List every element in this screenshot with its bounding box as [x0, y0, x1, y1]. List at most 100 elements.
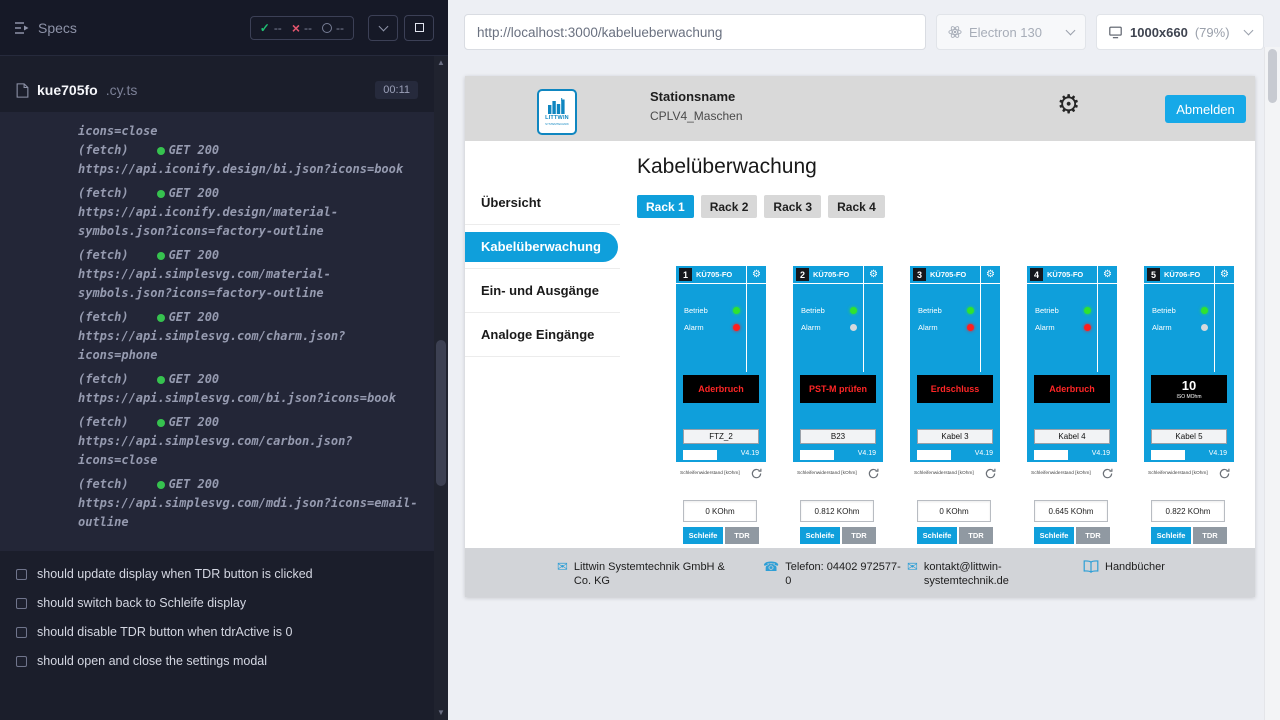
alarm-led-row: Alarm	[684, 323, 740, 332]
tdr-button[interactable]: TDR	[1193, 527, 1227, 544]
card-gear-icon[interactable]: ⚙	[746, 266, 766, 284]
refresh-icon[interactable]	[868, 466, 879, 484]
viewport-icon	[1108, 25, 1123, 39]
request-url: https://api.simplesvg.com/material-symbo…	[78, 265, 424, 303]
status-dot-icon	[157, 481, 165, 489]
tdr-button[interactable]: TDR	[1076, 527, 1110, 544]
test-stats-group[interactable]: ✓-- ×-- --	[250, 16, 354, 40]
test-item[interactable]: should update display when TDR button is…	[0, 560, 434, 589]
test-item[interactable]: should disable TDR button when tdrActive…	[0, 618, 434, 647]
scroll-down-arrow-icon[interactable]: ▼	[434, 706, 448, 720]
schleife-button[interactable]: Schleife	[683, 527, 723, 544]
tdr-button[interactable]: TDR	[725, 527, 759, 544]
firmware-version: V4.19	[741, 450, 759, 457]
specs-list-icon	[14, 21, 30, 35]
run-timer: 00:11	[375, 81, 418, 99]
card-gear-icon[interactable]: ⚙	[1214, 266, 1234, 284]
test-item[interactable]: should open and close the settings modal	[0, 647, 434, 676]
skyline-icon	[546, 98, 568, 114]
screen: Specs ✓-- ×-- -- kue705fo.cy.ts 00:11 ic…	[0, 0, 1280, 720]
refresh-icon[interactable]	[1219, 466, 1230, 484]
browser-name: Electron 130	[969, 25, 1042, 40]
network-log-entry[interactable]: (fetch)GET 200 https://api.simplesvg.com…	[78, 370, 424, 408]
status-dot-icon	[157, 190, 165, 198]
betrieb-led	[850, 307, 857, 314]
http-status: GET 200	[169, 141, 220, 160]
measurement-label: Schleifenwiderstand [kOhm]	[680, 471, 740, 476]
collapse-all-button[interactable]	[368, 15, 398, 41]
cable-name: Kabel 3	[917, 429, 993, 444]
network-log-entry[interactable]: (fetch)GET 200 https://api.simplesvg.com…	[78, 413, 424, 470]
mode-buttons: Schleife TDR	[1151, 527, 1227, 544]
card-model: KÜ705-FO	[696, 270, 732, 279]
card-gear-icon[interactable]: ⚙	[980, 266, 1000, 284]
sidebar-item-ein-und-ausgaenge[interactable]: Ein- und Ausgänge	[465, 269, 620, 313]
runner-scrollbar-thumb[interactable]	[436, 340, 446, 486]
viewport-select[interactable]: 1000x660 (79%)	[1096, 14, 1264, 50]
network-log-entry[interactable]: (fetch)GET 200 https://api.simplesvg.com…	[78, 475, 424, 532]
logout-button[interactable]: Abmelden	[1165, 95, 1246, 123]
viewport-size: 1000x660	[1130, 25, 1188, 40]
request-url: https://api.simplesvg.com/mdi.json?icons…	[78, 494, 424, 532]
schleife-button[interactable]: Schleife	[800, 527, 840, 544]
http-status: GET 200	[169, 246, 220, 265]
page-scrollbar-thumb[interactable]	[1268, 49, 1277, 103]
cable-name: FTZ_2	[683, 429, 759, 444]
measurement-section: Schleifenwiderstand [kOhm] 0.645 KOhm Sc…	[1027, 462, 1117, 548]
app-sidebar: Übersicht Kabelüberwachung Ein- und Ausg…	[465, 141, 620, 548]
electron-icon	[948, 25, 962, 39]
stop-run-button[interactable]	[404, 15, 434, 41]
tab-rack-3[interactable]: Rack 3	[764, 195, 821, 218]
sidebar-item-uebersicht[interactable]: Übersicht	[465, 181, 620, 225]
app-footer: ✉ Littwin Systemtechnik GmbH & Co. KG ☎ …	[465, 548, 1255, 597]
tdr-button[interactable]: TDR	[842, 527, 876, 544]
status-unit: ISO MOhm	[1176, 394, 1201, 400]
measurement-value: 0.812 KOhm	[800, 500, 874, 522]
alarm-led-row: Alarm	[1152, 323, 1208, 332]
http-status: GET 200	[169, 370, 220, 389]
url-input[interactable]	[464, 14, 926, 50]
footer-manuals[interactable]: Handbücher	[1083, 560, 1165, 575]
tab-rack-4[interactable]: Rack 4	[828, 195, 885, 218]
network-log-entry[interactable]: (fetch)GET 200 https://api.simplesvg.com…	[78, 308, 424, 365]
schleife-button[interactable]: Schleife	[917, 527, 957, 544]
device-card: 4 KÜ705-FO ⚙ Betrieb Alarm Aderbruch Kab…	[1027, 266, 1117, 548]
measurement-label: Schleifenwiderstand [kOhm]	[1148, 471, 1208, 476]
schleife-button[interactable]: Schleife	[1034, 527, 1074, 544]
card-model: KÜ705-FO	[1047, 270, 1083, 279]
browser-select[interactable]: Electron 130	[936, 14, 1086, 50]
sidebar-item-analoge-eingaenge[interactable]: Analoge Eingänge	[465, 313, 620, 357]
page-scrollbar[interactable]	[1264, 47, 1280, 720]
aux-display	[917, 450, 951, 460]
schleife-button[interactable]: Schleife	[1151, 527, 1191, 544]
alarm-led-row: Alarm	[1035, 323, 1091, 332]
runner-scrollbar[interactable]: ▲ ▼	[434, 56, 448, 720]
network-log-entry[interactable]: (fetch)GET 200 https://api.iconify.desig…	[78, 184, 424, 241]
card-header: 5 KÜ706-FO ⚙	[1144, 266, 1234, 284]
network-log-entry[interactable]: (fetch)GET 200 https://api.simplesvg.com…	[78, 246, 424, 303]
refresh-icon[interactable]	[985, 466, 996, 484]
scroll-up-arrow-icon[interactable]: ▲	[434, 56, 448, 70]
logo-brand-text: LITTWIN	[545, 115, 569, 121]
test-item[interactable]: should switch back to Schleife display	[0, 589, 434, 618]
card-gear-icon[interactable]: ⚙	[863, 266, 883, 284]
card-gear-icon[interactable]: ⚙	[1097, 266, 1117, 284]
footer-company[interactable]: ✉ Littwin Systemtechnik GmbH & Co. KG	[557, 560, 744, 589]
test-title: should disable TDR button when tdrActive…	[37, 625, 292, 639]
refresh-icon[interactable]	[1102, 466, 1113, 484]
spec-file-row[interactable]: kue705fo.cy.ts 00:11	[0, 68, 434, 112]
betrieb-led-row: Betrieb	[801, 306, 857, 315]
card-divider	[746, 284, 766, 372]
specs-menu-button[interactable]: Specs	[14, 20, 77, 36]
settings-gear-icon[interactable]: ⚙	[1057, 91, 1080, 117]
footer-phone[interactable]: ☎ Telefon: 04402 972577-0	[763, 560, 903, 589]
refresh-icon[interactable]	[751, 466, 762, 484]
tab-rack-2[interactable]: Rack 2	[701, 195, 758, 218]
network-log-entry[interactable]: (fetch)GET 200 https://api.iconify.desig…	[78, 141, 424, 179]
sidebar-item-kabelueberwachung[interactable]: Kabelüberwachung	[465, 225, 620, 269]
tdr-button[interactable]: TDR	[959, 527, 993, 544]
stat-failed: ×--	[292, 21, 312, 35]
status-text: Aderbruch	[1049, 384, 1095, 394]
footer-email[interactable]: ✉ kontakt@littwin-systemtechnik.de	[907, 560, 1016, 589]
tab-rack-1[interactable]: Rack 1	[637, 195, 694, 218]
